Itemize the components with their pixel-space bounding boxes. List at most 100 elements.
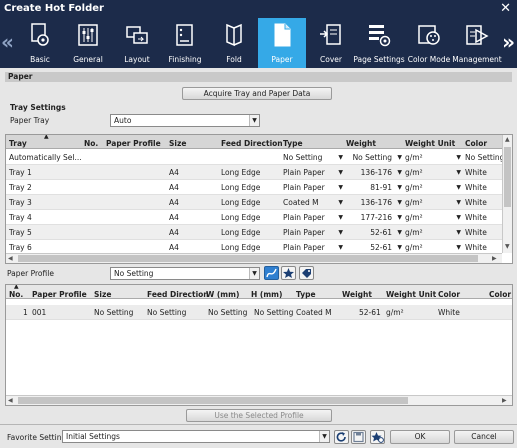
col-color[interactable]: Color (465, 139, 487, 148)
scroll-right-small-icon[interactable]: ▶ (502, 397, 507, 404)
chevron-down-icon[interactable]: ▼ (249, 115, 259, 126)
chevron-down-icon[interactable]: ▼ (456, 154, 461, 161)
tab-management[interactable]: Management (452, 18, 502, 68)
chevron-down-icon[interactable]: ▼ (338, 229, 343, 236)
cell-select-weight[interactable]: 136-176 ▼ (346, 167, 402, 178)
col-size[interactable]: Size (169, 139, 186, 148)
cell-select-unit[interactable]: g/m² ▼ (405, 167, 461, 178)
chevron-down-icon[interactable]: ▼ (397, 214, 402, 221)
cell-select-weight[interactable]: No Setting ▼ (346, 152, 402, 163)
favorite-star-button[interactable] (281, 266, 296, 280)
scroll-up-icon[interactable]: ▲ (505, 136, 510, 143)
paper-profile-select[interactable]: No Setting ▼ (110, 267, 260, 280)
scroll-left-small-icon[interactable]: ◀ (8, 255, 13, 262)
chevron-down-icon[interactable]: ▼ (456, 169, 461, 176)
cell-select-type[interactable]: Plain Paper ▼ (283, 167, 343, 178)
table-row[interactable]: Automatically Sel... No Setting ▼ No Settin… (6, 150, 504, 165)
col-tray[interactable]: Tray (9, 139, 27, 148)
chevron-down-icon[interactable]: ▼ (338, 244, 343, 251)
chevron-down-icon[interactable]: ▼ (249, 268, 259, 279)
col-type[interactable]: Type (283, 139, 303, 148)
profile-curve-button[interactable] (264, 266, 279, 280)
tab-fold[interactable]: Fold (210, 18, 258, 68)
col-type[interactable]: Type (296, 290, 316, 299)
chevron-down-icon[interactable]: ▼ (397, 184, 402, 191)
cell-select-unit[interactable]: g/m² ▼ (405, 152, 461, 163)
chevron-down-icon[interactable]: ▼ (338, 154, 343, 161)
cell-select-weight[interactable]: 52-61 ▼ (346, 227, 402, 238)
cell-select-type[interactable]: No Setting ▼ (283, 152, 343, 163)
scroll-thumb[interactable] (18, 397, 408, 404)
col-paper-profile[interactable]: Paper Profile (106, 139, 161, 148)
scroll-down-icon[interactable]: ▼ (505, 243, 510, 250)
chevron-down-icon[interactable]: ▼ (456, 184, 461, 191)
tab-paper[interactable]: Paper (258, 18, 306, 68)
col-weight[interactable]: Weight (346, 139, 376, 148)
favorite-setting-select[interactable]: Initial Settings ▼ (62, 430, 330, 443)
col-weight-unit[interactable]: Weight Unit (386, 290, 436, 299)
chevron-down-icon[interactable]: ▼ (397, 229, 402, 236)
chevron-down-icon[interactable]: ▼ (338, 184, 343, 191)
cell-select-weight[interactable]: 52-61 ▼ (346, 242, 402, 253)
cell-select-unit[interactable]: g/m² ▼ (405, 212, 461, 223)
tab-color-mode[interactable]: Color Mode (405, 18, 453, 68)
table-row[interactable]: Tray 4 A4 Long Edge Plain Paper ▼ 177-216 ▼ g/m… (6, 210, 502, 225)
cell-select-type[interactable]: Plain Paper ▼ (283, 182, 343, 193)
col-paper-profile[interactable]: Paper Profile (32, 290, 87, 299)
tab-finishing[interactable]: Finishing (161, 18, 209, 68)
acquire-tray-button[interactable]: Acquire Tray and Paper Data (182, 87, 332, 100)
col-no[interactable]: No. (9, 290, 23, 299)
cell-select-weight[interactable]: 81-91 ▼ (346, 182, 402, 193)
col-color-name[interactable]: Color N (489, 290, 512, 299)
chevron-down-icon[interactable]: ▼ (397, 199, 402, 206)
scroll-thumb[interactable] (18, 255, 478, 262)
cell-select-unit[interactable]: g/m² ▼ (405, 197, 461, 208)
tag-button[interactable] (299, 266, 314, 280)
refresh-button[interactable] (334, 430, 349, 444)
cell-select-unit[interactable]: g/m² ▼ (405, 242, 461, 253)
chevron-down-icon[interactable]: ▼ (397, 154, 402, 161)
tab-general[interactable]: General (64, 18, 112, 68)
chevron-down-icon[interactable]: ▼ (456, 244, 461, 251)
cancel-button[interactable]: Cancel (454, 430, 514, 444)
chevron-down-icon[interactable]: ▼ (319, 431, 329, 442)
cell-select-type[interactable]: Coated M ▼ (283, 197, 343, 208)
cell-select-weight[interactable]: 177-216 ▼ (346, 212, 402, 223)
chevron-down-icon[interactable]: ▼ (338, 199, 343, 206)
table-row[interactable]: Tray 3 A4 Long Edge Coated M ▼ 136-176 ▼ g/m² ▼ W… (6, 195, 502, 210)
tray-hscroll[interactable]: ◀ ▶ (6, 253, 502, 263)
scroll-thumb[interactable] (504, 147, 511, 207)
chevron-down-icon[interactable]: ▼ (397, 244, 402, 251)
col-feed-direction[interactable]: Feed Direction (221, 139, 283, 148)
favorite-manage-button[interactable] (370, 430, 385, 444)
ok-button[interactable]: OK (390, 430, 450, 444)
cell-select-unit[interactable]: g/m² ▼ (405, 182, 461, 193)
chevron-down-icon[interactable]: ▼ (456, 214, 461, 221)
save-button[interactable] (351, 430, 366, 444)
tab-basic[interactable]: Basic (16, 18, 64, 68)
sort-asc-icon[interactable]: ▲ (44, 135, 49, 140)
col-size[interactable]: Size (94, 290, 111, 299)
col-width[interactable]: W (mm) (206, 290, 239, 299)
profile-hscroll[interactable]: ◀ ▶ (6, 395, 512, 405)
tab-page-settings[interactable]: Page Settings (353, 18, 405, 68)
col-weight[interactable]: Weight (342, 290, 372, 299)
cell-select-weight[interactable]: 136-176 ▼ (346, 197, 402, 208)
use-selected-profile-button[interactable]: Use the Selected Profile (186, 409, 332, 422)
col-weight-unit[interactable]: Weight Unit (405, 139, 455, 148)
cell-select-type[interactable]: Plain Paper ▼ (283, 212, 343, 223)
scroll-left-icon[interactable]: « (1, 30, 14, 54)
scroll-left-small-icon[interactable]: ◀ (8, 397, 13, 404)
chevron-down-icon[interactable]: ▼ (456, 199, 461, 206)
tab-layout[interactable]: Layout (113, 18, 161, 68)
chevron-down-icon[interactable]: ▼ (338, 214, 343, 221)
table-row[interactable]: 1 001 No Setting No Setting No Setting No Set… (6, 305, 512, 320)
table-row[interactable]: Tray 1 A4 Long Edge Plain Paper ▼ 136-176 ▼ g/m… (6, 165, 502, 180)
cell-select-type[interactable]: Plain Paper ▼ (283, 227, 343, 238)
cell-select-unit[interactable]: g/m² ▼ (405, 227, 461, 238)
col-height[interactable]: H (mm) (251, 290, 282, 299)
cell-select-type[interactable]: Plain Paper ▼ (283, 242, 343, 253)
col-feed-direction[interactable]: Feed Direction (147, 290, 209, 299)
paper-tray-select[interactable]: Auto ▼ (110, 114, 260, 127)
col-no[interactable]: No. (84, 139, 98, 148)
